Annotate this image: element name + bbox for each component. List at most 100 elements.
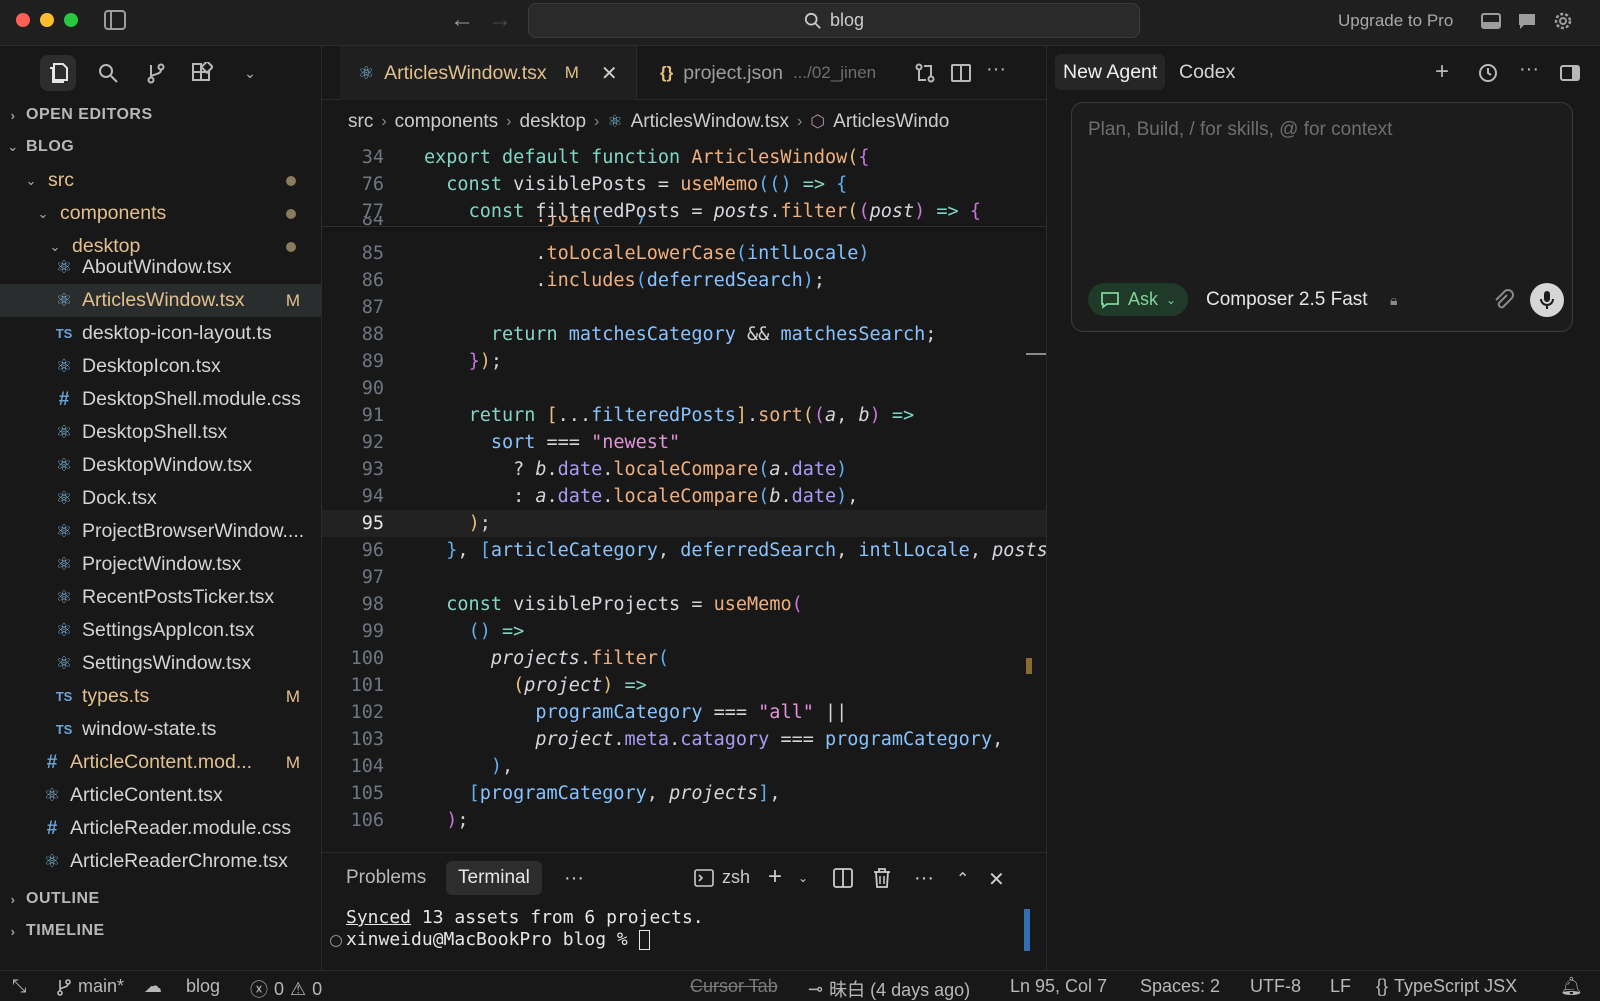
- window-maximize-button[interactable]: [64, 13, 78, 27]
- tab-new-agent[interactable]: New Agent: [1055, 54, 1166, 90]
- tree-file[interactable]: ⚛ DesktopWindow.tsx: [0, 449, 322, 482]
- git-branch-icon: [57, 978, 71, 996]
- microphone-button[interactable]: [1530, 283, 1564, 317]
- terminal-scrollbar[interactable]: [1024, 909, 1030, 951]
- line-ending[interactable]: LF: [1330, 976, 1351, 997]
- code-text: const visibleProjects = useMemo(: [446, 594, 803, 616]
- open-editors-section[interactable]: › OPEN EDITORS: [0, 100, 322, 130]
- mode-selector[interactable]: Ask ⌄: [1088, 283, 1189, 316]
- new-terminal-icon[interactable]: +: [768, 863, 782, 891]
- maximize-panel-icon[interactable]: ⌃: [956, 869, 969, 889]
- breadcrumb-item[interactable]: ArticlesWindow.tsx: [631, 111, 789, 133]
- tree-file[interactable]: ⚛ ProjectWindow.tsx: [0, 548, 322, 581]
- workspace-name[interactable]: blog: [186, 976, 220, 997]
- composer-input[interactable]: Plan, Build, / for skills, @ for context: [1088, 119, 1392, 141]
- tree-file[interactable]: ⚛ ArticleReaderChrome.tsx: [0, 845, 322, 878]
- tree-folder-src[interactable]: ⌄ src: [0, 164, 322, 197]
- upgrade-to-pro-link[interactable]: Upgrade to Pro: [1338, 11, 1453, 31]
- tree-file[interactable]: ⚛ DesktopIcon.tsx: [0, 350, 322, 383]
- more-actions-icon[interactable]: ···: [914, 867, 934, 890]
- branch-indicator[interactable]: main*: [56, 976, 124, 997]
- tree-file-selected[interactable]: ⚛ ArticlesWindow.tsx M: [0, 284, 322, 317]
- indentation[interactable]: Spaces: 2: [1140, 976, 1220, 997]
- tree-file[interactable]: ⚛ Dock.tsx: [0, 482, 322, 515]
- tree-file[interactable]: TS types.ts M: [0, 680, 322, 713]
- split-terminal-icon[interactable]: [832, 867, 854, 889]
- tab-articles-window[interactable]: ⚛ ArticlesWindow.tsx M ✕: [340, 46, 637, 100]
- terminal-shell-selector[interactable]: zsh: [694, 867, 750, 888]
- tab-project-json[interactable]: {} project.json .../02_jinen: [642, 46, 894, 100]
- compare-changes-icon[interactable]: [914, 62, 936, 84]
- tab-terminal[interactable]: Terminal: [446, 861, 542, 895]
- command-search-box[interactable]: blog: [528, 3, 1140, 38]
- file-label: SettingsAppIcon.tsx: [82, 619, 255, 641]
- terminal-output[interactable]: Synced 13 assets from 6 projects. xinwei…: [346, 907, 704, 951]
- code-text: (project) =>: [513, 675, 647, 697]
- window-close-button[interactable]: [16, 13, 30, 27]
- tree-folder-components[interactable]: ⌄ components: [0, 197, 322, 230]
- breadcrumb-item[interactable]: src: [348, 111, 373, 133]
- tree-file[interactable]: ⚛ SettingsAppIcon.tsx: [0, 614, 322, 647]
- git-blame[interactable]: ⊸ 昧白 (4 days ago): [808, 976, 970, 1001]
- sidebar-toggle-icon[interactable]: [104, 10, 126, 30]
- code-text: ? b.date.localeCompare(a.date): [424, 459, 848, 481]
- split-editor-icon[interactable]: [950, 62, 972, 84]
- code-area[interactable]: 34 export default function ArticlesWindo…: [322, 144, 1046, 852]
- tree-file[interactable]: TS window-state.ts: [0, 713, 322, 746]
- add-agent-icon[interactable]: +: [1435, 58, 1457, 85]
- tab-codex[interactable]: Codex: [1171, 54, 1243, 90]
- tree-file[interactable]: ⚛ ProjectBrowserWindow....: [0, 515, 322, 548]
- tree-file[interactable]: ⚛ SettingsWindow.tsx: [0, 647, 322, 680]
- breadcrumb-item[interactable]: desktop: [520, 111, 587, 133]
- more-actions-icon[interactable]: ···: [1519, 58, 1541, 80]
- encoding[interactable]: UTF-8: [1250, 976, 1301, 997]
- source-control-tab[interactable]: [138, 55, 174, 91]
- forward-arrow-icon[interactable]: →: [488, 6, 512, 34]
- breadcrumb-item[interactable]: ArticlesWindo: [833, 111, 949, 133]
- cursor-tab-status[interactable]: Cursor Tab: [690, 976, 778, 997]
- breadcrumb-item[interactable]: components: [395, 111, 499, 133]
- chevron-down-icon[interactable]: ⌄: [798, 871, 808, 885]
- tab-problems[interactable]: Problems: [334, 861, 438, 895]
- gear-icon[interactable]: [1552, 10, 1574, 32]
- chat-bubble-icon[interactable]: [1516, 10, 1538, 32]
- outline-section[interactable]: › OUTLINE: [0, 884, 322, 914]
- modified-flag: M: [564, 63, 579, 82]
- close-icon[interactable]: ✕: [601, 61, 618, 86]
- blog-section[interactable]: ⌄ BLOG: [0, 132, 322, 162]
- more-actions-icon[interactable]: ···: [986, 58, 1006, 81]
- explorer-tab[interactable]: [40, 55, 76, 91]
- scroll-position-marker: [1026, 353, 1046, 355]
- tree-file[interactable]: ⚛ RecentPostsTicker.tsx: [0, 581, 322, 614]
- back-arrow-icon[interactable]: ←: [450, 6, 474, 34]
- extensions-tab[interactable]: [184, 55, 220, 91]
- model-selector[interactable]: Composer 2.5 Fast: [1206, 289, 1368, 311]
- panel-layout-icon[interactable]: [1480, 10, 1502, 32]
- close-panel-icon[interactable]: ✕: [988, 867, 1005, 892]
- panel-more-menu[interactable]: ···: [564, 867, 584, 890]
- history-icon[interactable]: [1477, 62, 1499, 84]
- cursor-position[interactable]: Ln 95, Col 7: [1010, 976, 1107, 997]
- json-file-icon: {}: [660, 63, 674, 82]
- remote-indicator-icon[interactable]: ⤡: [12, 976, 26, 997]
- problems-indicator[interactable]: ⓧ 0 ⚠ 0: [250, 976, 322, 1001]
- sync-cloud-icon[interactable]: ☁: [144, 976, 162, 997]
- line-number: 91: [361, 405, 384, 427]
- notifications-bell-icon[interactable]: 🔔︎: [1560, 976, 1583, 997]
- tree-file[interactable]: ⚛ ArticleContent.tsx: [0, 779, 322, 812]
- tree-file[interactable]: # ArticleContent.mod... M: [0, 746, 322, 779]
- chevron-down-icon[interactable]: ⌄: [232, 55, 268, 91]
- window-minimize-button[interactable]: [40, 13, 54, 27]
- trash-icon[interactable]: [872, 867, 892, 889]
- tree-file[interactable]: ⚛ DesktopShell.tsx: [0, 416, 322, 449]
- tree-file[interactable]: # ArticleReader.module.css: [0, 812, 322, 845]
- toggle-panel-icon[interactable]: [1559, 62, 1581, 84]
- tree-file[interactable]: ⚛ AboutWindow.tsx: [0, 255, 322, 279]
- paperclip-icon[interactable]: [1490, 287, 1516, 313]
- tree-file[interactable]: TS desktop-icon-layout.ts: [0, 317, 322, 350]
- search-tab[interactable]: [90, 55, 126, 91]
- search-icon: [804, 12, 821, 29]
- language-mode[interactable]: {} TypeScript JSX: [1376, 976, 1517, 997]
- tree-file[interactable]: # DesktopShell.module.css: [0, 383, 322, 416]
- timeline-section[interactable]: › TIMELINE: [0, 916, 322, 946]
